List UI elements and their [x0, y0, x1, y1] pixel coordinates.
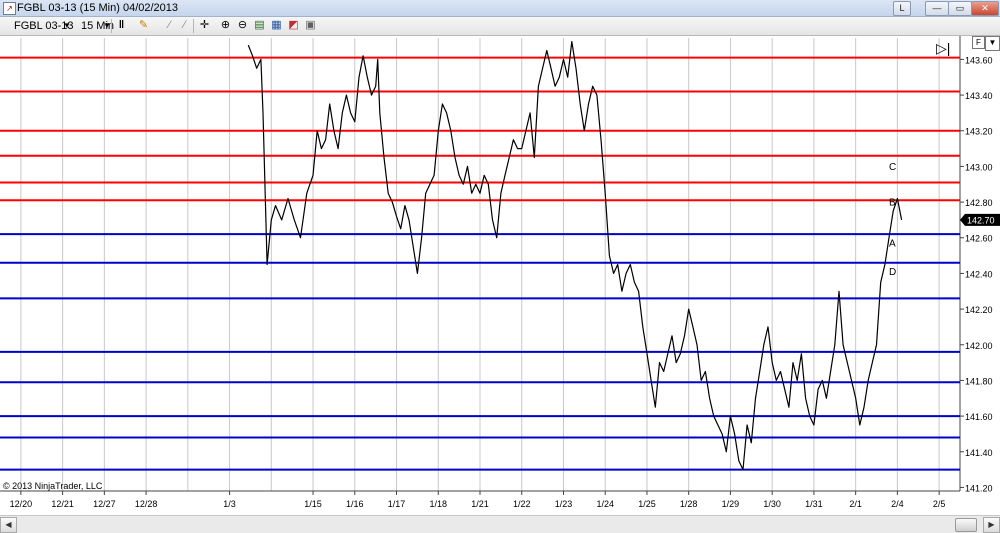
chart-background	[0, 36, 1000, 515]
zoom-out-icon[interactable]: ⊖	[236, 19, 249, 32]
window-title: FGBL 03-13 (15 Min) 04/02/2013	[17, 2, 179, 14]
level-annotation: A	[889, 239, 896, 250]
copyright-text: © 2013 NinjaTrader, LLC	[3, 481, 103, 491]
maximize-button[interactable]: ▭	[948, 1, 972, 16]
y-tick-label: 143.40	[965, 91, 993, 101]
x-tick-label: 2/1	[849, 499, 862, 509]
pencil-icon[interactable]: ✎	[137, 19, 150, 32]
brush-icon[interactable]: ∕	[178, 19, 191, 32]
app-icon: ↗	[3, 2, 16, 15]
drawing-tool-icon[interactable]: ⁄	[163, 19, 176, 32]
f-button[interactable]: F	[972, 36, 985, 49]
x-tick-label: 12/27	[93, 499, 116, 509]
x-tick-label: 12/20	[10, 499, 33, 509]
zoom-in-icon[interactable]: ⊕	[219, 19, 232, 32]
crosshair-icon[interactable]: ✛	[198, 19, 211, 32]
bar-type-icon[interactable]: ǁ	[115, 19, 128, 32]
scrollbar-thumb[interactable]	[955, 518, 977, 532]
x-tick-label: 1/24	[596, 499, 614, 509]
y-tick-label: 141.80	[965, 376, 993, 386]
y-tick-label: 141.40	[965, 448, 993, 458]
instrument-dropdown-icon[interactable]: ▼	[63, 19, 71, 33]
minimize-button[interactable]: —	[925, 1, 949, 16]
y-tick-label: 142.40	[965, 269, 993, 279]
scroll-to-end-icon[interactable]: ▷|	[936, 40, 950, 57]
x-tick-label: 1/22	[513, 499, 531, 509]
y-tick-label: 143.20	[965, 127, 993, 137]
level-annotation: D	[889, 267, 896, 278]
y-tick-label: 141.60	[965, 412, 993, 422]
scroll-left-icon[interactable]: ◀	[0, 517, 17, 533]
y-tick-label: 142.20	[965, 305, 993, 315]
x-tick-label: 1/15	[304, 499, 322, 509]
x-tick-label: 1/25	[638, 499, 656, 509]
y-tick-label: 143.00	[965, 162, 993, 172]
chart-trader-icon[interactable]: ▣	[304, 19, 317, 32]
x-tick-label: 1/23	[555, 499, 573, 509]
window-titlebar: ↗ FGBL 03-13 (15 Min) 04/02/2013 L — ▭ ✕	[0, 0, 1000, 17]
link-button[interactable]: L	[893, 1, 911, 16]
y-tick-label: 142.60	[965, 234, 993, 244]
level-annotation: B	[889, 198, 896, 209]
close-button[interactable]: ✕	[971, 1, 999, 16]
x-tick-label: 1/18	[429, 499, 447, 509]
y-tick-label: 142.80	[965, 198, 993, 208]
y-tick-label: 143.60	[965, 55, 993, 65]
chart-toolbar: FGBL 03-13 ▼ 15 Min ▼ ǁ ✎ ⁄ ∕ ✛ ⊕ ⊖ ▤ ▦ …	[0, 17, 1000, 36]
x-tick-label: 1/3	[223, 499, 236, 509]
x-tick-label: 1/28	[680, 499, 698, 509]
x-tick-label: 1/21	[471, 499, 489, 509]
x-tick-label: 2/4	[891, 499, 904, 509]
toolbar-separator	[111, 19, 112, 33]
chart-menu-icon[interactable]: ▼	[985, 36, 1000, 51]
y-tick-label: 142.00	[965, 341, 993, 351]
strategies-icon[interactable]: ◩	[287, 19, 300, 32]
x-tick-label: 1/31	[805, 499, 823, 509]
interval-dropdown-icon[interactable]: ▼	[103, 19, 111, 33]
x-tick-label: 1/30	[763, 499, 781, 509]
x-tick-label: 1/17	[388, 499, 406, 509]
indicators-icon[interactable]: ▦	[270, 19, 283, 32]
last-price-label: 142.70	[967, 215, 995, 225]
x-tick-label: 12/21	[51, 499, 74, 509]
properties-icon[interactable]: ▤	[253, 19, 266, 32]
x-tick-label: 1/16	[346, 499, 364, 509]
price-chart[interactable]: 141.20 141.40 141.60 141.80 142.00 142.20 142.…	[0, 36, 1000, 515]
scroll-right-icon[interactable]: ▶	[983, 517, 1000, 533]
y-tick-label: 141.20	[965, 483, 993, 493]
toolbar-separator	[193, 19, 194, 33]
level-annotation: C	[889, 162, 896, 173]
x-tick-label: 2/5	[933, 499, 946, 509]
horizontal-scrollbar[interactable]: ◀ ▶	[0, 515, 1000, 533]
x-tick-label: 12/28	[135, 499, 158, 509]
x-tick-label: 1/29	[722, 499, 740, 509]
